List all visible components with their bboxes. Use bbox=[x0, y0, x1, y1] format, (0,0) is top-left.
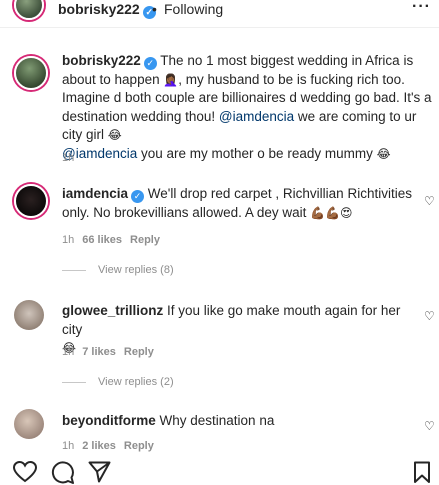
replies-divider bbox=[62, 381, 86, 383]
comment-username[interactable]: glowee_trillionz bbox=[62, 303, 163, 318]
caption-body: you are my mother o be ready mummy bbox=[137, 145, 377, 161]
caption-time: 1h bbox=[62, 152, 75, 164]
like-heart-icon[interactable]: ♡ bbox=[424, 419, 435, 433]
like-heart-icon[interactable]: ♡ bbox=[424, 194, 435, 208]
verified-badge-icon: ✓ bbox=[131, 190, 145, 203]
heart-icon[interactable] bbox=[13, 461, 37, 483]
reply-button[interactable]: Reply bbox=[124, 346, 154, 358]
follow-status-button[interactable]: Following bbox=[164, 1, 223, 17]
comment-likes[interactable]: 2 likes bbox=[82, 440, 116, 452]
post-header: bobrisky222 ✓ • Following ··· bbox=[0, 0, 439, 28]
replies-divider bbox=[62, 269, 86, 271]
comment-time: 1h bbox=[62, 440, 75, 452]
share-icon[interactable] bbox=[88, 461, 111, 483]
comment-meta: 1h 2 likes Reply bbox=[62, 440, 162, 452]
comment-meta: 1h 66 likes Reply bbox=[62, 234, 168, 246]
reply-button[interactable]: Reply bbox=[130, 234, 160, 246]
caption-username[interactable]: bobrisky222 bbox=[62, 53, 141, 68]
header-username-text[interactable]: bobrisky222 bbox=[58, 1, 140, 17]
more-options-icon[interactable]: ··· bbox=[412, 0, 431, 16]
comment-avatar[interactable] bbox=[14, 409, 44, 439]
post-action-bar bbox=[0, 455, 439, 485]
mention-link[interactable]: @iamdencia bbox=[219, 109, 294, 124]
header-username[interactable]: bobrisky222 ✓ bbox=[58, 1, 156, 19]
caption-meta: 1h bbox=[62, 152, 82, 164]
view-replies-label[interactable]: View replies (2) bbox=[98, 376, 174, 388]
comment-time: 1h bbox=[62, 346, 75, 358]
flexed-biceps-heart-eyes-emoji: 💪🏾💪🏾😍 bbox=[310, 205, 353, 220]
comment-time: 1h bbox=[62, 234, 75, 246]
comment-text: beyonditforme Why destination na bbox=[62, 412, 414, 431]
comment-avatar[interactable] bbox=[14, 300, 44, 330]
comment-username[interactable]: iamdencia bbox=[62, 186, 128, 201]
laughing-emoji: 😂 bbox=[107, 128, 122, 142]
comment-likes[interactable]: 7 likes bbox=[82, 346, 116, 358]
avatar[interactable] bbox=[14, 0, 44, 20]
reply-button[interactable]: Reply bbox=[124, 440, 154, 452]
caption-text: bobrisky222 ✓ The no 1 most biggest weddi… bbox=[62, 52, 434, 163]
like-heart-icon[interactable]: ♡ bbox=[424, 309, 435, 323]
comment-text: iamdencia ✓ We'll drop red carpet , Richv… bbox=[62, 185, 414, 222]
header-separator: • bbox=[152, 1, 157, 17]
comment-avatar[interactable] bbox=[14, 184, 48, 218]
laughing-emoji: 😂 bbox=[376, 146, 391, 161]
verified-badge-icon: ✓ bbox=[143, 57, 157, 70]
view-replies-button[interactable]: View replies (8) bbox=[62, 264, 174, 276]
bookmark-icon[interactable] bbox=[413, 461, 431, 484]
facepalm-emoji: 🤦🏾‍♀️ bbox=[163, 72, 179, 87]
view-replies-button[interactable]: View replies (2) bbox=[62, 376, 174, 388]
comment-likes[interactable]: 66 likes bbox=[82, 234, 122, 246]
view-replies-label[interactable]: View replies (8) bbox=[98, 264, 174, 276]
comment-icon[interactable] bbox=[51, 461, 74, 484]
comment-meta: 1h 7 likes Reply bbox=[62, 346, 162, 358]
comment-body: Why destination na bbox=[155, 413, 275, 428]
caption-avatar[interactable] bbox=[14, 56, 48, 90]
comment-username[interactable]: beyonditforme bbox=[62, 413, 156, 428]
